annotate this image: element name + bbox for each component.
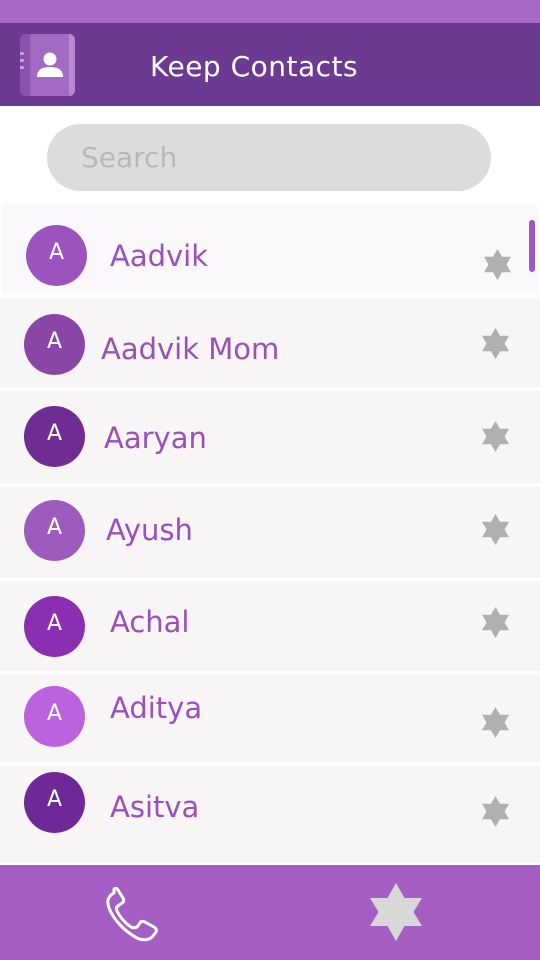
contact-name: Aadvik Mom bbox=[101, 332, 280, 366]
favorite-star-icon[interactable] bbox=[482, 248, 513, 281]
status-bar bbox=[0, 0, 540, 23]
contact-avatar: A bbox=[24, 596, 85, 657]
bottom-nav bbox=[0, 865, 540, 960]
book-page-edge bbox=[69, 34, 75, 96]
person-icon bbox=[37, 52, 63, 77]
phone-icon[interactable] bbox=[100, 885, 170, 945]
contact-avatar: A bbox=[24, 686, 85, 747]
contact-avatar: A bbox=[24, 314, 85, 375]
contact-row[interactable]: A Aditya bbox=[0, 674, 540, 762]
contact-name: Asitva bbox=[110, 790, 200, 824]
contact-name: Aadvik bbox=[110, 239, 209, 273]
contact-name: Aditya bbox=[110, 691, 203, 725]
contact-row[interactable]: A Achal bbox=[0, 581, 540, 671]
contact-name: Aaryan bbox=[104, 421, 207, 455]
contact-book-icon[interactable] bbox=[20, 34, 75, 96]
favorites-star-icon[interactable] bbox=[365, 882, 427, 942]
app-title: Keep Contacts bbox=[150, 50, 359, 83]
contact-avatar: A bbox=[26, 225, 87, 286]
favorite-star-icon[interactable] bbox=[480, 420, 511, 453]
contact-row[interactable]: A Aaryan bbox=[0, 391, 540, 483]
contact-avatar: A bbox=[24, 500, 85, 561]
contact-row[interactable]: A Asitva bbox=[0, 766, 540, 863]
favorite-star-icon[interactable] bbox=[480, 606, 511, 639]
contact-row[interactable]: A Aadvik Mom bbox=[0, 298, 540, 387]
contact-avatar: A bbox=[24, 772, 85, 833]
search-input[interactable] bbox=[47, 124, 491, 191]
favorite-star-icon[interactable] bbox=[480, 327, 511, 360]
app-bar: Keep Contacts bbox=[0, 23, 540, 106]
contact-row[interactable]: A Ayush bbox=[0, 487, 540, 578]
favorite-star-icon[interactable] bbox=[480, 706, 511, 739]
favorite-star-icon[interactable] bbox=[480, 513, 511, 546]
favorite-star-icon[interactable] bbox=[480, 795, 511, 828]
contact-avatar: A bbox=[24, 406, 85, 467]
contact-name: Ayush bbox=[106, 513, 193, 547]
book-rings bbox=[20, 52, 25, 78]
contact-name: Achal bbox=[110, 605, 190, 639]
contact-row[interactable]: A Aadvik bbox=[2, 204, 538, 293]
scrollbar-thumb[interactable] bbox=[529, 220, 535, 272]
